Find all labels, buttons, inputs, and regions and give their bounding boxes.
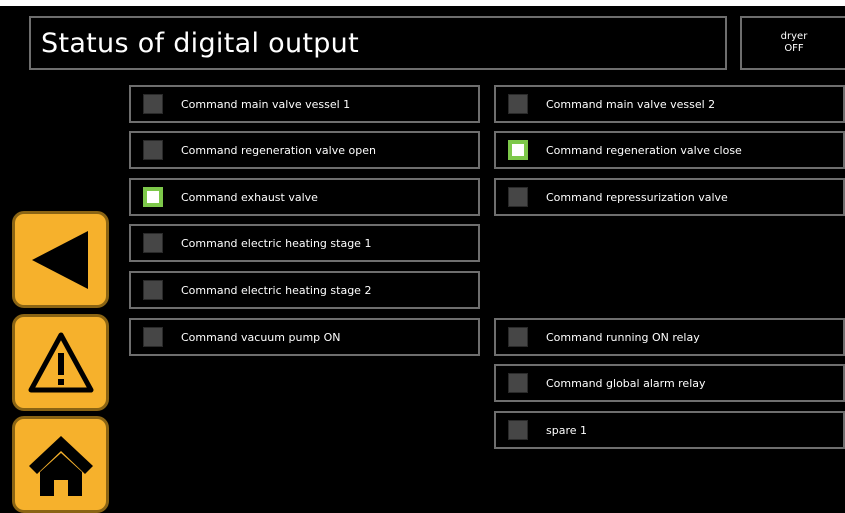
output-row-global-alarm-relay: Command global alarm relay	[494, 364, 845, 402]
status-led	[508, 140, 528, 160]
output-row-heating-stage-2: Command electric heating stage 2	[129, 271, 480, 309]
status-led	[508, 373, 528, 393]
back-button[interactable]	[12, 211, 109, 308]
status-led	[143, 233, 163, 253]
output-label: Command global alarm relay	[546, 376, 706, 390]
status-led	[143, 187, 163, 207]
alarm-button[interactable]	[12, 314, 109, 411]
output-label: Command electric heating stage 1	[181, 236, 372, 250]
output-row-repressurization-valve: Command repressurization valve	[494, 178, 845, 216]
output-label: spare 1	[546, 423, 587, 437]
output-row-running-relay: Command running ON relay	[494, 318, 845, 356]
status-led	[143, 327, 163, 347]
output-label: Command main valve vessel 1	[181, 97, 351, 111]
output-row-main-valve-2: Command main valve vessel 2	[494, 85, 845, 123]
output-row-main-valve-1: Command main valve vessel 1	[129, 85, 480, 123]
output-label: Command exhaust valve	[181, 190, 318, 204]
output-label: Command regeneration valve close	[546, 143, 742, 157]
dryer-status-box: dryer OFF	[740, 16, 845, 70]
output-row-vacuum-pump: Command vacuum pump ON	[129, 318, 480, 356]
status-led	[508, 94, 528, 114]
output-row-regeneration-valve-close: Command regeneration valve close	[494, 131, 845, 169]
status-led	[143, 140, 163, 160]
status-led	[508, 420, 528, 440]
back-arrow-icon	[31, 230, 88, 289]
output-row-exhaust-valve: Command exhaust valve	[129, 178, 480, 216]
status-led	[143, 280, 163, 300]
output-label: Command repressurization valve	[546, 190, 728, 204]
top-strip	[0, 0, 845, 6]
status-led	[143, 94, 163, 114]
page-title-text: Status of digital output	[41, 27, 359, 59]
home-button[interactable]	[12, 416, 109, 513]
status-label: dryer	[780, 31, 808, 42]
status-value: OFF	[784, 43, 804, 54]
output-label: Command main valve vessel 2	[546, 97, 716, 111]
status-led	[508, 187, 528, 207]
status-led	[508, 327, 528, 347]
output-row-spare-1: spare 1	[494, 411, 845, 449]
output-label: Command running ON relay	[546, 330, 700, 344]
warning-icon	[28, 332, 93, 392]
page-title: Status of digital output	[29, 16, 727, 70]
output-row-regeneration-valve-open: Command regeneration valve open	[129, 131, 480, 169]
output-label: Command regeneration valve open	[181, 143, 376, 157]
output-row-heating-stage-1: Command electric heating stage 1	[129, 224, 480, 262]
home-icon	[28, 435, 93, 496]
output-label: Command electric heating stage 2	[181, 283, 372, 297]
output-label: Command vacuum pump ON	[181, 330, 341, 344]
